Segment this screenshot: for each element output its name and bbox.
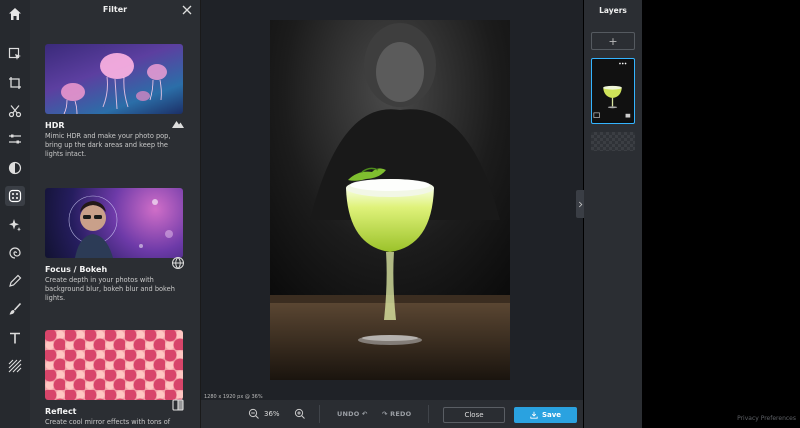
close-button[interactable]: Close: [443, 407, 505, 423]
undo-button[interactable]: UNDO ↶: [337, 410, 368, 418]
paint-brush-icon[interactable]: [5, 299, 25, 319]
reflect-thumbnail: [45, 330, 183, 400]
layers-title: Layers: [599, 6, 627, 15]
hdr-thumbnail: [45, 44, 183, 114]
filter-card-hdr[interactable]: HDR Mimic HDR and make your photo pop, b…: [45, 44, 185, 160]
filter-tool-icon[interactable]: [5, 186, 25, 206]
panel-title: Filter: [102, 5, 128, 14]
chevron-right-icon: [578, 201, 582, 207]
select-tool-icon[interactable]: [5, 44, 25, 64]
empty-layer-slot[interactable]: [591, 132, 635, 151]
mirror-icon: [172, 399, 184, 411]
more-options-icon: [619, 62, 621, 65]
card-title: HDR: [45, 121, 65, 130]
layers-panel: Layers +: [584, 0, 642, 428]
globe-icon: [172, 257, 184, 270]
zoom-out-icon[interactable]: [248, 408, 260, 420]
photo-canvas[interactable]: [270, 20, 510, 380]
collapse-layers-button[interactable]: [576, 190, 584, 218]
card-description: Create cool mirror effects with tons of: [45, 418, 171, 426]
text-tool-icon[interactable]: [5, 328, 25, 348]
download-icon: [530, 411, 538, 419]
crop-tool-icon[interactable]: [5, 73, 25, 93]
cutout-scissors-icon[interactable]: [5, 101, 25, 121]
filter-card-focus-bokeh[interactable]: Focus / Bokeh Create depth in your photo…: [45, 188, 185, 304]
filter-panel: Filter HDR Mimic HDR and make your photo…: [30, 0, 200, 428]
redo-arrow-icon: ↷: [382, 410, 388, 418]
save-label: Save: [541, 411, 562, 419]
effects-half-circle-icon[interactable]: [5, 158, 25, 178]
toolbar-separator: [319, 405, 320, 423]
toolbar-separator: [428, 405, 429, 423]
filter-card-reflect[interactable]: Reflect Create cool mirror effects with …: [45, 330, 185, 427]
privacy-preferences-link[interactable]: Privacy Preferences: [737, 415, 796, 422]
sparkle-ai-icon[interactable]: [5, 215, 25, 235]
undo-label: UNDO: [337, 410, 360, 418]
mountain-icon: [172, 121, 184, 128]
zoom-in-icon[interactable]: [294, 408, 306, 420]
redo-button[interactable]: ↷ REDO: [382, 410, 411, 418]
card-description: Create depth in your photos with backgro…: [45, 276, 175, 303]
home-icon[interactable]: [5, 4, 25, 24]
layer-thumbnail-selected[interactable]: [591, 58, 635, 124]
card-title: Focus / Bokeh: [45, 265, 108, 274]
plus-icon: +: [608, 34, 618, 48]
save-button[interactable]: Save: [514, 407, 577, 423]
add-layer-button[interactable]: +: [591, 32, 635, 50]
close-icon[interactable]: [181, 4, 193, 16]
draw-pencil-icon[interactable]: [5, 271, 25, 291]
card-description: Mimic HDR and make your photo pop, bring…: [45, 132, 171, 159]
card-title: Reflect: [45, 407, 77, 416]
retouch-swirl-icon[interactable]: [5, 243, 25, 263]
panel-header: Filter: [30, 0, 200, 22]
redo-label: REDO: [390, 410, 412, 418]
adjust-sliders-icon[interactable]: [5, 129, 25, 149]
texture-lines-icon[interactable]: [5, 356, 25, 376]
undo-arrow-icon: ↶: [361, 410, 368, 418]
tool-rail: [0, 0, 30, 428]
focus-thumbnail: [45, 188, 183, 258]
zoom-level: 36%: [264, 410, 280, 418]
